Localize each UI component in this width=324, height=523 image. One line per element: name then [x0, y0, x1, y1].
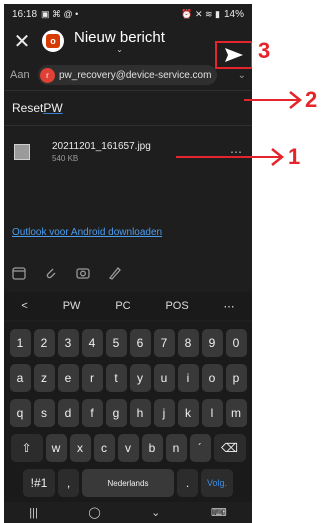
on-screen-keyboard: 1 2 3 4 5 6 7 8 9 0 a z e r t y u i o p … — [4, 322, 252, 502]
key[interactable]: y — [129, 364, 151, 392]
key[interactable]: g — [105, 399, 127, 427]
attachment-size: 540 KB — [52, 154, 79, 163]
key[interactable]: 7 — [153, 329, 175, 357]
key[interactable]: 0 — [225, 329, 247, 357]
key[interactable]: 1 — [9, 329, 31, 357]
annotation-arrow-1 — [176, 148, 285, 166]
key[interactable]: 3 — [57, 329, 79, 357]
key[interactable]: 9 — [201, 329, 223, 357]
suggestion-item[interactable]: PC — [115, 300, 130, 312]
keyboard-row: !#1 , Nederlands . Volg. — [4, 469, 252, 497]
key[interactable]: i — [177, 364, 199, 392]
body-signature-link[interactable]: Outlook voor Android downloaden — [12, 227, 162, 238]
signal-icons: ⏰ ✕ ≋ ▮ — [181, 8, 220, 19]
android-nav-bar: ||| ◯ ⌄ ⌨ — [4, 502, 252, 523]
key[interactable]: d — [57, 399, 79, 427]
space-key[interactable]: Nederlands — [82, 469, 174, 497]
keyboard-row: ⇧ w x c v b n ´ ⌫ — [4, 434, 252, 462]
subject-text: Reset — [12, 101, 44, 115]
account-selector[interactable]: Nieuw bericht ⌄ — [74, 29, 165, 54]
send-icon — [225, 48, 243, 62]
status-time: 16:18 — [12, 8, 38, 20]
key[interactable]: 5 — [105, 329, 127, 357]
close-icon[interactable]: ✕ — [10, 29, 34, 54]
chevron-down-icon[interactable]: ⌄ — [238, 70, 246, 81]
notification-icons: ▣ ⌘ @ • — [41, 8, 79, 19]
suggestion-item[interactable]: POS — [165, 300, 188, 312]
key[interactable]: k — [177, 399, 199, 427]
annotation-number-1: 1 — [288, 144, 301, 169]
key[interactable]: n — [165, 434, 187, 462]
avatar: r — [40, 67, 55, 83]
symbols-key[interactable]: !#1 — [23, 469, 55, 497]
back-chevron-icon[interactable]: ⌄ — [151, 506, 160, 519]
key[interactable]: t — [105, 364, 127, 392]
annotation-number-3: 3 — [258, 38, 271, 63]
subject-underlined-word: PW — [43, 101, 63, 115]
send-button[interactable] — [215, 41, 252, 69]
comma-key[interactable]: , — [58, 469, 79, 497]
recent-apps-icon[interactable]: ||| — [29, 507, 38, 519]
status-bar: 16:18 ▣ ⌘ @ • ⏰ ✕ ≋ ▮ 14% — [4, 4, 252, 24]
key[interactable]: c — [93, 434, 115, 462]
to-label: Aan — [10, 69, 30, 81]
attachment-name: 20211201_161657.jpg — [52, 141, 151, 152]
subject-field[interactable]: Reset PW — [4, 91, 252, 126]
annotation-number-2: 2 — [305, 87, 318, 112]
keyboard-suggestion-bar: < PW PC POS ⋯ — [4, 292, 252, 320]
key[interactable]: p — [225, 364, 247, 392]
battery-level: 14% — [223, 8, 244, 20]
backspace-key-icon[interactable]: ⌫ — [213, 434, 246, 462]
key[interactable]: z — [33, 364, 55, 392]
key[interactable]: a — [9, 364, 31, 392]
key[interactable]: 4 — [81, 329, 103, 357]
annotation-arrow-2 — [244, 91, 303, 109]
key[interactable]: j — [153, 399, 175, 427]
suggestion-more-icon[interactable]: ⋯ — [224, 300, 235, 313]
keyboard-row: 1 2 3 4 5 6 7 8 9 0 — [4, 329, 252, 357]
key[interactable]: m — [225, 399, 247, 427]
key[interactable]: e — [57, 364, 79, 392]
camera-icon[interactable] — [76, 266, 90, 280]
recipient-chip[interactable]: r pw_recovery@device-service.com — [38, 65, 218, 85]
key[interactable]: s — [33, 399, 55, 427]
draw-pen-icon[interactable] — [108, 266, 122, 280]
home-icon[interactable]: ◯ — [88, 506, 100, 519]
keyboard-row: q s d f g h j k l m — [4, 399, 252, 427]
paperclip-icon[interactable] — [44, 266, 58, 280]
image-thumbnail-icon — [14, 144, 30, 160]
key[interactable]: l — [201, 399, 223, 427]
key[interactable]: r — [81, 364, 103, 392]
recipient-email: pw_recovery@device-service.com — [59, 69, 212, 81]
chevron-down-icon: ⌄ — [116, 44, 123, 54]
key[interactable]: h — [129, 399, 151, 427]
key[interactable]: ´ — [189, 434, 211, 462]
outlook-logo-icon: o — [42, 30, 64, 52]
key[interactable]: w — [45, 434, 67, 462]
page-title: Nieuw bericht — [74, 28, 165, 46]
key[interactable]: b — [141, 434, 163, 462]
key[interactable]: o — [201, 364, 223, 392]
key[interactable]: 2 — [33, 329, 55, 357]
period-key[interactable]: . — [177, 469, 198, 497]
phone-screen: 16:18 ▣ ⌘ @ • ⏰ ✕ ≋ ▮ 14% ✕ o Nieuw beri… — [4, 4, 252, 523]
suggestion-item[interactable]: PW — [63, 300, 81, 312]
key[interactable]: f — [81, 399, 103, 427]
keyboard-toggle-icon[interactable]: ⌨ — [211, 506, 227, 519]
key[interactable]: u — [153, 364, 175, 392]
key[interactable]: q — [9, 399, 31, 427]
shift-key-icon[interactable]: ⇧ — [10, 434, 43, 462]
next-action-key[interactable]: Volg. — [201, 469, 233, 497]
key[interactable]: 8 — [177, 329, 199, 357]
calendar-icon[interactable] — [12, 266, 26, 280]
key[interactable]: x — [69, 434, 91, 462]
keyboard-row: a z e r t y u i o p — [4, 364, 252, 392]
suggestion-back[interactable]: < — [21, 300, 27, 312]
key[interactable]: 6 — [129, 329, 151, 357]
compose-toolbar — [4, 261, 252, 285]
key[interactable]: v — [117, 434, 139, 462]
